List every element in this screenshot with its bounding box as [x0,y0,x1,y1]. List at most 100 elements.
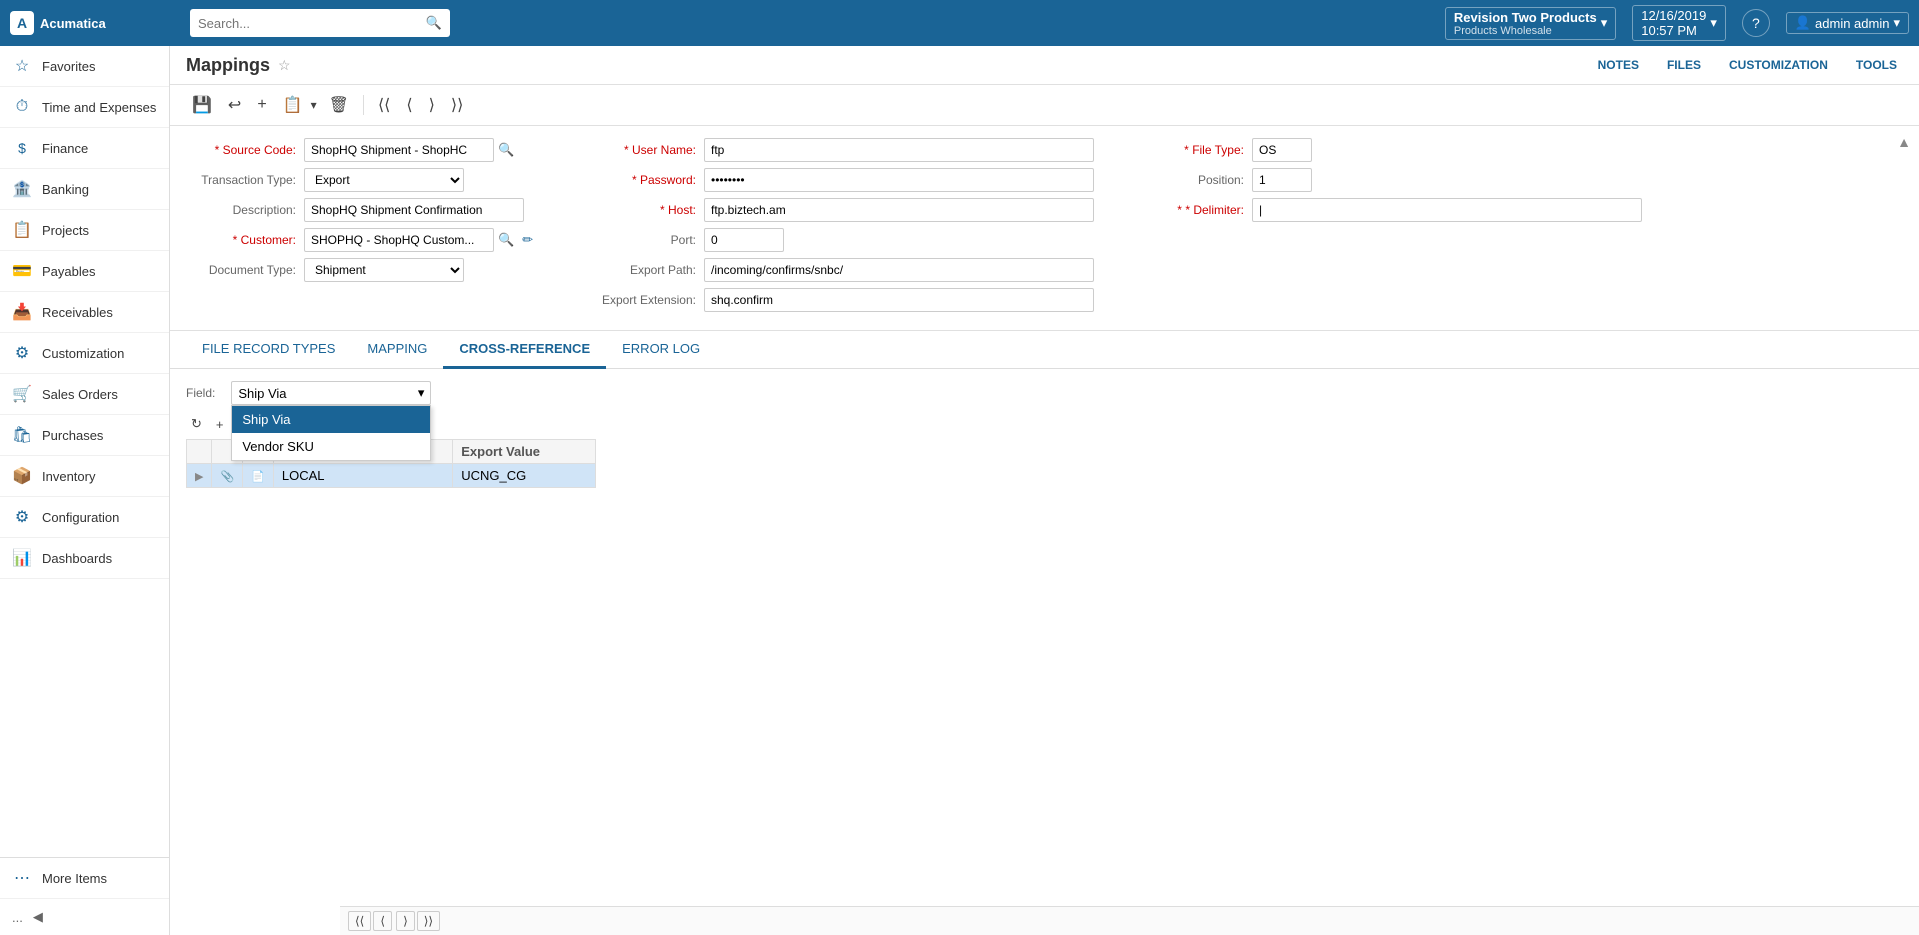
tab-error-log[interactable]: ERROR LOG [606,331,716,369]
export-path-input[interactable] [704,258,1094,282]
pag-next-button[interactable]: ⟩ [396,911,415,931]
source-code-label: Source Code: [186,143,296,157]
datetime-arrow: ▾ [1710,15,1717,31]
tab-cross-reference[interactable]: CROSS-REFERENCE [443,331,606,369]
delete-button[interactable]: 🗑 [323,91,355,119]
customer-search-icon[interactable]: 🔍 [494,230,518,250]
sidebar-item-receivables[interactable]: 📥 Receivables [0,292,169,333]
sidebar-item-inventory[interactable]: 📦 Inventory [0,456,169,497]
first-button[interactable]: ⟨⟨ [372,91,396,119]
save-button[interactable]: 💾 [186,91,218,119]
toolbar-divider [363,95,364,115]
sidebar-item-purchases[interactable]: 🛍 Purchases [0,415,169,456]
delimiter-input[interactable] [1252,198,1642,222]
customer-input[interactable] [304,228,494,252]
export-extension-input[interactable] [704,288,1094,312]
row-expand-icon[interactable]: ▶ [195,471,203,483]
add-button[interactable]: + [251,92,272,118]
grid-add-button[interactable]: + [211,414,229,435]
favorites-icon: ☆ [12,56,32,76]
customer-label: Customer: [186,233,296,247]
field-dropdown-value: Ship Via [238,386,286,401]
sidebar-item-configuration[interactable]: ⚙ Configuration [0,497,169,538]
pag-first-button[interactable]: ⟨⟨ [348,911,371,931]
projects-icon: 📋 [12,220,32,240]
username-input[interactable] [704,138,1094,162]
sidebar-item-sales-orders[interactable]: 🛒 Sales Orders [0,374,169,415]
file-type-input[interactable] [1252,138,1312,162]
host-label: Host: [586,203,696,217]
document-type-select[interactable]: Shipment Invoice Order [304,258,464,282]
prev-button[interactable]: ⟨ [400,91,418,119]
sidebar-label-banking: Banking [42,182,89,197]
paste-dropdown-button[interactable]: ▾ [309,94,319,116]
sidebar-item-favorites[interactable]: ☆ Favorites [0,46,169,87]
password-input[interactable] [704,168,1094,192]
tools-button[interactable]: TOOLS [1850,54,1903,76]
host-row: Host: [586,198,1094,222]
row-attachment-icon[interactable]: 📎 [220,471,234,483]
field-option-vendor-sku[interactable]: Vendor SKU [232,433,430,460]
tab-file-record-types[interactable]: FILE RECORD TYPES [186,331,351,369]
sidebar-label-finance: Finance [42,141,88,156]
customer-edit-icon[interactable]: ✏ [518,230,537,250]
last-button[interactable]: ⟩⟩ [445,91,469,119]
customer-field: 🔍 ✏ [304,228,537,252]
source-code-input[interactable] [304,138,494,162]
sidebar-label-configuration: Configuration [42,510,119,525]
tab-mapping[interactable]: MAPPING [351,331,443,369]
pag-last-button[interactable]: ⟩⟩ [417,911,440,931]
sidebar-item-banking[interactable]: 🏦 Banking [0,169,169,210]
search-button[interactable]: 🔍 [426,15,442,31]
sidebar-item-more-items[interactable]: ⋯ More Items [0,857,169,899]
help-button[interactable]: ? [1742,9,1770,37]
user-name: admin admin [1815,16,1889,31]
sales-orders-icon: 🛒 [12,384,32,404]
host-input[interactable] [704,198,1094,222]
customization-button[interactable]: CUSTOMIZATION [1723,54,1834,76]
sidebar-collapse[interactable]: ... ◀ [0,899,169,935]
paste-button[interactable]: 📋 [277,91,309,119]
sidebar-item-time-expenses[interactable]: ⏱ Time and Expenses [0,87,169,128]
datetime-selector[interactable]: 12/16/2019 10:57 PM ▾ [1632,5,1726,41]
notes-button[interactable]: NOTES [1592,54,1645,76]
tab-mapping-label: MAPPING [367,341,427,356]
row-file-cell: 📄 [243,464,274,488]
position-input[interactable] [1252,168,1312,192]
transaction-type-select[interactable]: Export Import [304,168,464,192]
search-input[interactable] [198,16,426,31]
file-type-row: File Type: [1134,138,1642,162]
sidebar-item-projects[interactable]: 📋 Projects [0,210,169,251]
source-code-field: 🔍 [304,138,518,162]
company-selector[interactable]: Revision Two Products Products Wholesale… [1445,7,1616,40]
field-dropdown[interactable]: Ship Via ▾ [231,381,431,405]
export-path-row: Export Path: [586,258,1094,282]
next-button[interactable]: ⟩ [423,91,441,119]
field-dropdown-menu: Ship Via Vendor SKU [231,405,431,461]
sidebar-label-dashboards: Dashboards [42,551,112,566]
payables-icon: 💳 [12,261,32,281]
field-option-ship-via[interactable]: Ship Via [232,406,430,433]
port-input[interactable] [704,228,784,252]
table-row[interactable]: ▶ 📎 📄 LOCAL UCNG_CG [187,464,596,488]
favorite-star-button[interactable]: ☆ [278,57,291,74]
undo-button[interactable]: ↩ [222,91,247,119]
user-button[interactable]: 👤 admin admin ▾ [1786,12,1909,34]
description-label: Description: [186,203,296,217]
row-attachment-cell: 📎 [212,464,243,488]
files-button[interactable]: FILES [1661,54,1707,76]
document-type-row: Document Type: Shipment Invoice Order [186,258,546,282]
sidebar-item-finance[interactable]: $ Finance [0,128,169,169]
description-input[interactable] [304,198,524,222]
sidebar-item-dashboards[interactable]: 📊 Dashboards [0,538,169,579]
grid-refresh-button[interactable]: ↻ [186,413,207,435]
form-collapse-button[interactable]: ▲ [1897,134,1911,150]
username-row: User Name: [586,138,1094,162]
sidebar-item-payables[interactable]: 💳 Payables [0,251,169,292]
sidebar-item-customization[interactable]: ⚙ Customization [0,333,169,374]
source-code-search-icon[interactable]: 🔍 [494,140,518,160]
field-dropdown-arrow: ▾ [418,385,425,401]
tab-file-record-types-label: FILE RECORD TYPES [202,341,335,356]
pag-prev-button[interactable]: ⟨ [373,911,392,931]
row-file-icon[interactable]: 📄 [251,471,265,483]
